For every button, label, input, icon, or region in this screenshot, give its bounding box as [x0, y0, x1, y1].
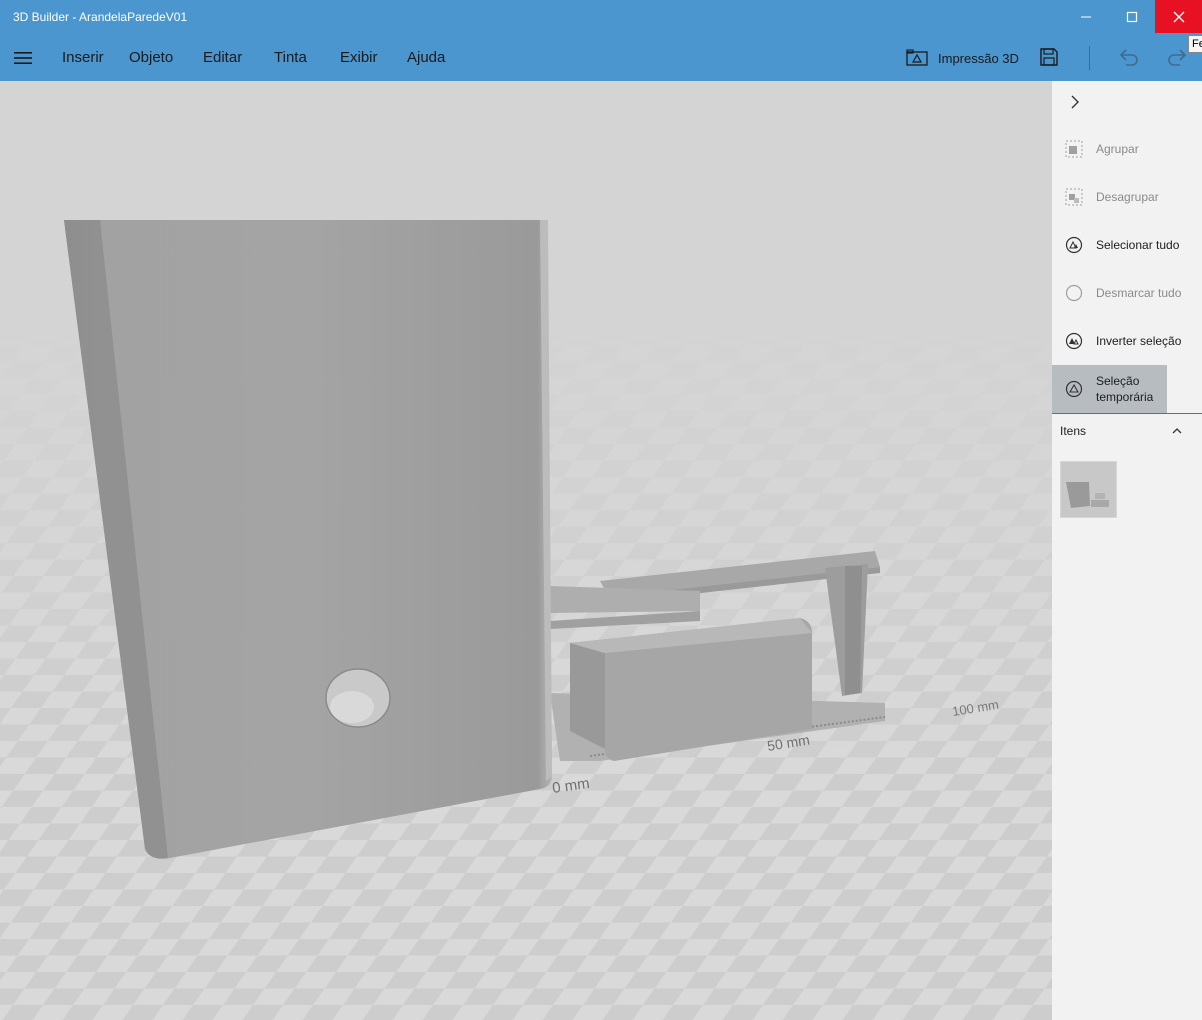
- select-all-button[interactable]: Selecionar tudo: [1052, 221, 1202, 269]
- menu-bar: Inserir Objeto Editar Tinta Exibir Ajuda…: [0, 36, 1202, 81]
- undo-icon[interactable]: [1118, 47, 1140, 67]
- redo-icon[interactable]: [1166, 47, 1188, 67]
- invert-selection-label: Inverter seleção: [1096, 334, 1182, 348]
- chevron-up-icon[interactable]: [1171, 426, 1183, 436]
- deselect-all-label: Desmarcar tudo: [1096, 286, 1182, 300]
- ungroup-icon: [1065, 188, 1083, 206]
- menu-editar[interactable]: Editar: [203, 49, 242, 66]
- close-tooltip: Fe: [1188, 35, 1202, 53]
- wall-bracket-model[interactable]: [64, 220, 552, 859]
- panel-divider: [1052, 413, 1202, 414]
- deselect-all-button[interactable]: Desmarcar tudo: [1052, 269, 1202, 317]
- invert-selection-button[interactable]: Inverter seleção: [1052, 317, 1202, 365]
- select-all-label: Selecionar tudo: [1096, 238, 1180, 252]
- close-button[interactable]: [1155, 0, 1202, 33]
- menu-ajuda[interactable]: Ajuda: [407, 49, 445, 66]
- selection-panel: Agrupar Desagrupar Selecionar tudo Desma…: [1052, 81, 1202, 1020]
- print-3d-label: Impressão 3D: [938, 50, 1019, 66]
- app-window: 3D Builder - ArandelaParedeV01 Fe Inseri…: [0, 0, 1202, 1020]
- menu-tinta[interactable]: Tinta: [274, 49, 307, 66]
- minimize-button[interactable]: [1063, 0, 1109, 33]
- group-button[interactable]: Agrupar: [1052, 125, 1202, 173]
- print-3d-icon: [906, 49, 928, 66]
- thumbnail-image: [1066, 482, 1109, 508]
- toolbar-separator: [1089, 46, 1090, 70]
- group-label: Agrupar: [1096, 142, 1139, 156]
- close-icon: [1173, 11, 1184, 22]
- minimize-icon: [1081, 16, 1091, 17]
- ungroup-label: Desagrupar: [1096, 190, 1159, 204]
- chevron-right-icon[interactable]: [1069, 95, 1081, 109]
- 3d-scene: 0 mm 50 mm 100 mm: [0, 81, 1052, 1020]
- item-thumbnail[interactable]: [1060, 461, 1117, 518]
- maximize-button[interactable]: [1109, 0, 1155, 33]
- maximize-icon: [1126, 11, 1138, 22]
- hamburger-menu-icon[interactable]: [14, 50, 32, 66]
- 3d-viewport[interactable]: 0 mm 50 mm 100 mm: [0, 81, 1052, 1020]
- invert-selection-icon: [1065, 332, 1083, 350]
- menu-objeto[interactable]: Objeto: [129, 49, 173, 66]
- print-3d-button[interactable]: Impressão 3D: [906, 46, 1019, 70]
- deselect-all-icon: [1065, 284, 1083, 302]
- temporary-selection-icon: [1065, 380, 1083, 398]
- temporary-selection-button[interactable]: Seleção temporária: [1052, 365, 1167, 413]
- ungroup-button[interactable]: Desagrupar: [1052, 173, 1202, 221]
- group-icon: [1065, 140, 1083, 158]
- select-all-icon: [1065, 236, 1083, 254]
- save-icon[interactable]: [1039, 47, 1059, 67]
- temporary-selection-label: Seleção temporária: [1096, 374, 1154, 404]
- menu-exibir[interactable]: Exibir: [340, 49, 378, 66]
- items-header: Itens: [1060, 424, 1087, 438]
- menu-inserir[interactable]: Inserir: [62, 49, 104, 66]
- title-bar: 3D Builder - ArandelaParedeV01: [0, 0, 1202, 36]
- window-title: 3D Builder - ArandelaParedeV01: [13, 10, 188, 24]
